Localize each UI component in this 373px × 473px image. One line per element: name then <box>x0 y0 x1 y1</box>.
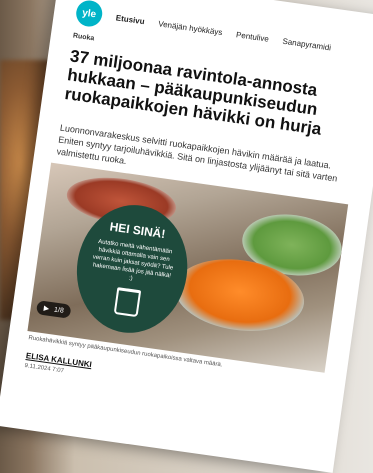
nav-item-etusivu[interactable]: Etusivu <box>115 13 145 26</box>
category-label[interactable]: Ruoka <box>72 32 94 42</box>
sign-text: Autatko meitä vähentämään hävikkiä ottam… <box>92 238 174 283</box>
nav-item-sanapyramidi[interactable]: Sanapyramidi <box>282 36 332 52</box>
trash-bin-icon <box>113 287 142 318</box>
nav-item-pentulive[interactable]: Pentulive <box>236 30 270 43</box>
gallery-count: 1/8 <box>53 306 65 315</box>
article-page: yle Etusivu Venäjän hyökkäys Pentulive S… <box>0 0 373 473</box>
play-icon: ▶ <box>43 305 50 313</box>
yle-logo[interactable]: yle <box>74 0 104 29</box>
nav-item-venajan-hyokkays[interactable]: Venäjän hyökkäys <box>158 19 223 37</box>
image-gallery-counter[interactable]: ▶ 1/8 <box>35 300 72 319</box>
food-waste-sign: HEI SINÄ! Autatko meitä vähentämään hävi… <box>68 197 196 340</box>
